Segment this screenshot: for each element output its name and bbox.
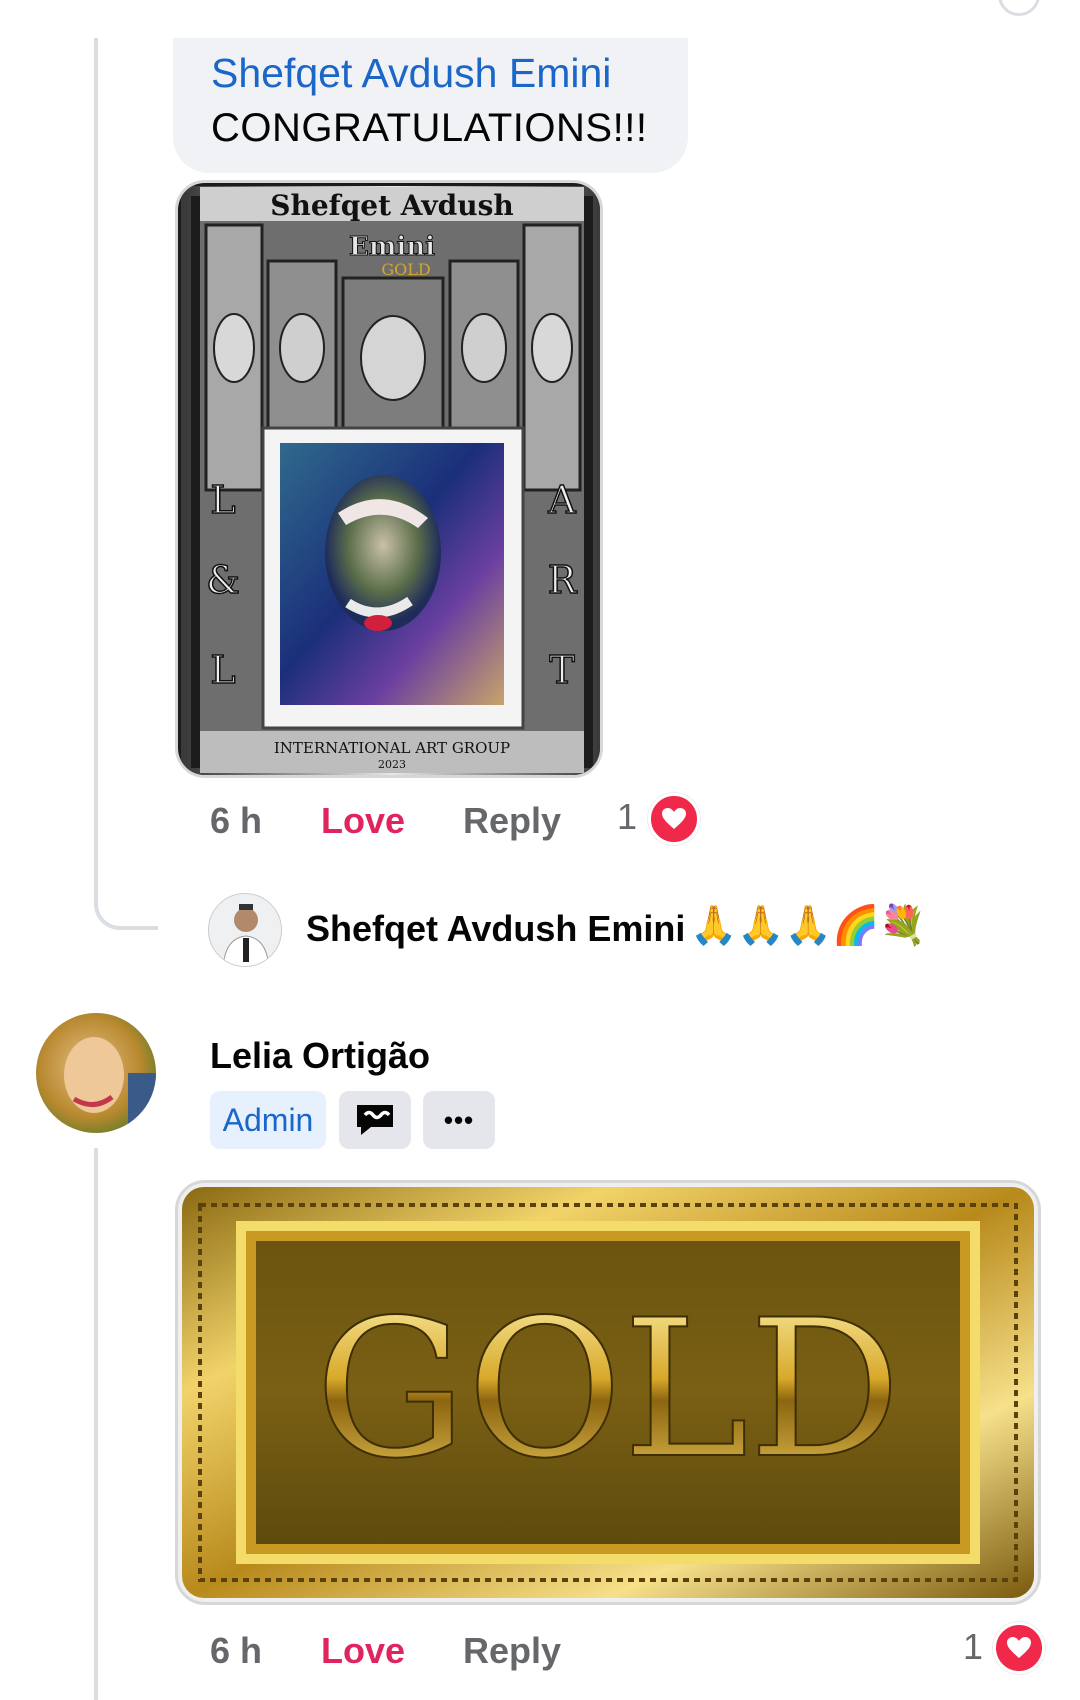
comment-image-artwork[interactable]: Shefqet Avdush Emini GOLD L & L A R T IN…	[175, 180, 603, 778]
reaction-count[interactable]: 1	[617, 796, 637, 838]
artwork-left-letter-2: &	[206, 558, 240, 602]
artwork-title-line1: Shefqet Avdush	[270, 189, 513, 222]
heart-icon[interactable]	[648, 793, 700, 845]
artwork-graphic: Shefqet Avdush Emini GOLD L & L A R T IN…	[178, 183, 600, 775]
reply-emojis: 🙏🙏🙏🌈💐	[690, 905, 927, 947]
artwork-footer-year: 2023	[378, 758, 406, 771]
more-options-button[interactable]: •••	[423, 1091, 495, 1149]
artwork-right-letter-1: A	[547, 478, 576, 522]
artwork-left-letter-1: L	[210, 478, 235, 522]
artwork-title-line3: GOLD	[381, 260, 430, 279]
comment-bubble[interactable]: Shefqet Avdush Emini CONGRATULATIONS!!!	[173, 38, 688, 173]
reply-button[interactable]: Reply	[463, 800, 561, 842]
more-icon: •••	[443, 1104, 475, 1135]
gold-text: GOLD	[315, 1279, 901, 1500]
thread-line-bottom	[94, 1148, 98, 1700]
comment-image-gold[interactable]: GOLD	[175, 1180, 1041, 1605]
thread-line-top	[94, 38, 98, 898]
heart-icon[interactable]	[993, 1622, 1045, 1674]
artwork-right-letter-3: T	[549, 648, 574, 692]
heart-icon-shape	[1007, 1637, 1031, 1658]
avatar-person-icon	[209, 894, 281, 966]
admin-badge[interactable]: Admin	[210, 1091, 326, 1149]
artwork-left-letter-3: L	[210, 648, 235, 692]
commenter-avatar[interactable]	[36, 1013, 156, 1133]
chat-bubble-icon[interactable]	[339, 1091, 411, 1149]
love-reaction-button[interactable]: Love	[321, 1630, 405, 1672]
artwork-title-line2: Emini	[349, 232, 435, 262]
chat-bubble-icon-shape	[357, 1105, 393, 1135]
commenter-name[interactable]: Lelia Ortigão	[210, 1035, 430, 1077]
gold-graphic: GOLD	[178, 1183, 1038, 1602]
comment-text: CONGRATULATIONS!!!	[211, 106, 648, 150]
scroll-indicator-circle	[998, 0, 1040, 16]
heart-icon-shape	[662, 808, 686, 829]
reply-author-avatar[interactable]	[208, 893, 282, 967]
avatar-photo-icon	[36, 1013, 156, 1133]
comment-author-link[interactable]: Shefqet Avdush Emini	[211, 50, 611, 97]
comment-time: 6 h	[210, 1630, 263, 1671]
thread-elbow	[94, 860, 158, 930]
love-reaction-button[interactable]: Love	[321, 800, 405, 842]
reply-author-name[interactable]: Shefqet Avdush Emini	[306, 908, 685, 950]
artwork-right-letter-2: R	[548, 558, 578, 602]
reaction-count[interactable]: 1	[963, 1626, 983, 1668]
artwork-footer: INTERNATIONAL ART GROUP	[274, 739, 510, 757]
reply-button[interactable]: Reply	[463, 1630, 561, 1672]
comment-time: 6 h	[210, 800, 263, 841]
